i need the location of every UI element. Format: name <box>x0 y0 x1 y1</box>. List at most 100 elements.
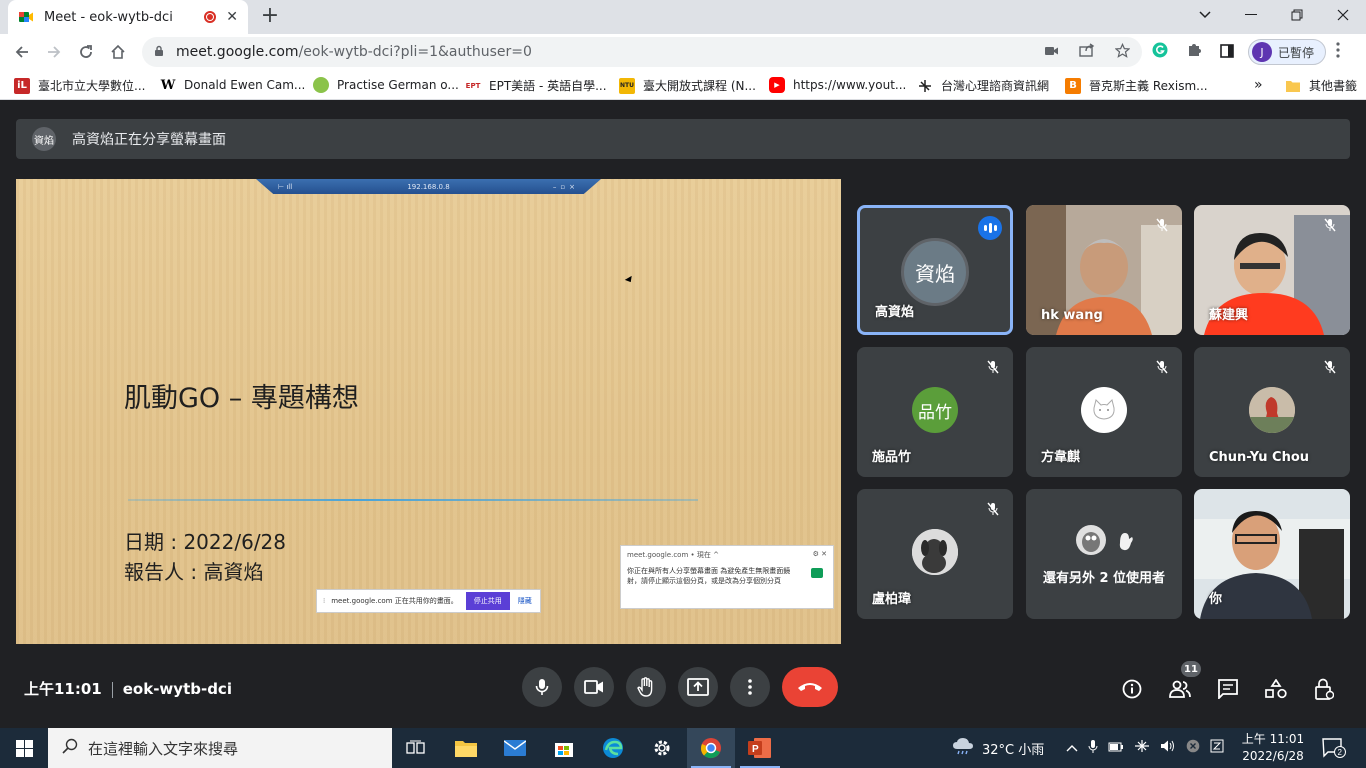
battery-icon[interactable] <box>1108 741 1124 756</box>
notification-center-icon[interactable]: 2 <box>1322 728 1346 768</box>
others-tile[interactable]: 還有另外 2 位使用者 <box>1026 489 1182 619</box>
present-screen-button[interactable] <box>678 667 718 707</box>
taskbar-clock[interactable]: 上午 11:01 2022/6/28 <box>1238 731 1308 765</box>
chevron-up-icon[interactable] <box>1066 741 1078 756</box>
microsoft-store-icon[interactable] <box>540 728 588 768</box>
reload-icon[interactable] <box>70 36 102 68</box>
close-window-button[interactable] <box>1320 0 1366 30</box>
ime-icon[interactable] <box>1210 739 1224 757</box>
minimize-button[interactable] <box>1228 0 1274 30</box>
forward-icon[interactable] <box>38 36 70 68</box>
tab-search-icon[interactable] <box>1182 0 1228 30</box>
bookmark-label: 晉克斯主義 Rexism... <box>1089 79 1208 93</box>
other-bookmarks[interactable]: 其他書籤 <box>1285 77 1357 94</box>
search-placeholder: 在這裡輸入文字來搜尋 <box>88 739 239 758</box>
bookmark-item[interactable]: EPT EPT美語 - 英語自學... <box>465 77 607 94</box>
pin-icon[interactable]: ⊢ ıll <box>278 183 292 191</box>
task-view-icon[interactable] <box>392 728 440 768</box>
browser-tab[interactable]: Meet - eok-wytb-dci ✕ <box>8 0 248 34</box>
address-bar[interactable]: meet.google.com/eok-wytb-dci?pli=1&authu… <box>142 37 1142 67</box>
grammarly-extension-icon[interactable] <box>1152 42 1168 62</box>
network-icon[interactable] <box>1134 739 1150 757</box>
cloud-rain-icon <box>952 737 974 759</box>
participant-tile[interactable]: 方韋麒 <box>1026 347 1182 477</box>
participant-tile[interactable]: hk wang <box>1026 205 1182 335</box>
file-explorer-icon[interactable] <box>442 728 490 768</box>
host-controls-icon[interactable] <box>1312 677 1336 701</box>
notification-close-icon[interactable]: ⚙ ✕ <box>813 550 827 560</box>
participant-name: 方韋麒 <box>1041 450 1081 465</box>
meeting-controls-bar: 上午11:01 eok-wytb-dci 11 <box>0 644 1366 728</box>
presenter-avatar: 資焰 <box>32 127 56 151</box>
status-x-icon[interactable] <box>1186 739 1200 757</box>
settings-gear-icon[interactable] <box>638 728 686 768</box>
windows-start-icon[interactable] <box>0 728 48 768</box>
raise-hand-button[interactable] <box>626 667 666 707</box>
chrome-taskbar-icon[interactable] <box>687 728 735 768</box>
remote-desktop-bar[interactable]: ⊢ ıll 192.168.0.8 –▫× <box>256 179 601 194</box>
volume-icon[interactable] <box>1160 739 1176 757</box>
bookmark-label: 臺大開放式課程 (N... <box>643 79 756 93</box>
bookmark-item[interactable]: iL 臺北市立大學數位... <box>14 77 145 94</box>
participant-tile[interactable]: 盧柏瑋 <box>857 489 1013 619</box>
new-tab-button[interactable]: + <box>258 5 282 29</box>
tray-microphone-icon[interactable] <box>1088 739 1098 758</box>
bookmark-star-icon[interactable] <box>1114 42 1131 62</box>
side-panel-icon[interactable] <box>1220 43 1234 62</box>
bookmarks-overflow-icon[interactable]: » <box>1254 77 1263 93</box>
slide-title: 肌動GO – 專題構想 <box>124 383 359 414</box>
bookmark-item[interactable]: Practise German o... <box>313 77 459 93</box>
weather-widget[interactable]: 32°C 小雨 <box>952 728 1044 768</box>
tab-close-icon[interactable]: ✕ <box>226 9 238 25</box>
back-icon[interactable] <box>6 36 38 68</box>
microphone-button[interactable] <box>522 667 562 707</box>
bookmark-item[interactable]: W Donald Ewen Cam... <box>160 77 306 93</box>
stop-sharing-button[interactable]: 停止共用 <box>465 592 510 610</box>
chrome-menu-icon[interactable] <box>1336 42 1340 62</box>
bookmarks-bar: iL 臺北市立大學數位... W Donald Ewen Cam... Prac… <box>0 70 1366 100</box>
slide-date: 日期 : 2022/6/28 <box>124 530 287 554</box>
camera-button[interactable] <box>574 667 614 707</box>
people-count-badge: 11 <box>1181 661 1201 677</box>
participant-tile[interactable]: 品竹 施品竹 <box>857 347 1013 477</box>
bookmark-favicon <box>917 78 933 94</box>
bookmark-item[interactable]: 台灣心理諮商資訊網 <box>917 77 1049 94</box>
leave-call-button[interactable] <box>782 667 838 707</box>
mail-icon[interactable] <box>491 728 539 768</box>
restore-button[interactable] <box>1274 0 1320 30</box>
edge-icon[interactable] <box>589 728 637 768</box>
activities-icon[interactable] <box>1264 677 1288 701</box>
profile-status: 已暫停 <box>1278 45 1315 60</box>
bookmark-item[interactable]: ▶ https://www.yout... <box>769 77 906 93</box>
profile-button[interactable]: J 已暫停 <box>1248 39 1326 65</box>
share-icon[interactable] <box>1079 43 1095 62</box>
hide-button[interactable]: 隱藏 <box>518 596 532 606</box>
camera-in-use-icon[interactable] <box>1045 43 1059 62</box>
meet-logo-icon <box>811 568 823 578</box>
bookmark-favicon: EPT <box>465 81 481 90</box>
chat-icon[interactable] <box>1216 677 1240 701</box>
rdp-window-controls[interactable]: –▫× <box>553 183 579 191</box>
powerpoint-icon[interactable]: P <box>736 728 784 768</box>
windows-taskbar: 在這裡輸入文字來搜尋 P 32°C 小雨 上午 11:01 2022/6/28 … <box>0 728 1366 768</box>
home-icon[interactable] <box>102 36 134 68</box>
participant-avatar-cat-icon <box>1081 387 1127 433</box>
weather-text: 32°C 小雨 <box>982 742 1045 758</box>
meeting-details-icon[interactable] <box>1120 677 1144 701</box>
self-tile[interactable]: 你 <box>1194 489 1350 619</box>
bookmark-item[interactable]: B 晉克斯主義 Rexism... <box>1065 77 1208 94</box>
meeting-time: 上午11:01 <box>24 680 102 698</box>
notification-count: 2 <box>1338 748 1343 757</box>
more-options-button[interactable] <box>730 667 770 707</box>
bookmark-item[interactable]: NTU 臺大開放式課程 (N... <box>619 77 756 94</box>
participant-name: 盧柏瑋 <box>872 592 912 607</box>
extensions-puzzle-icon[interactable] <box>1186 42 1202 62</box>
recording-indicator-icon <box>204 11 217 23</box>
people-icon[interactable] <box>1168 677 1192 701</box>
drag-handle-icon[interactable]: ⁞ <box>323 597 325 605</box>
participant-tile[interactable]: 蘇建興 <box>1194 205 1350 335</box>
taskbar-search-input[interactable]: 在這裡輸入文字來搜尋 <box>48 728 392 768</box>
participant-tile[interactable]: Chun-Yu Chou <box>1194 347 1350 477</box>
participant-tile[interactable]: 資焰 高資焰 <box>857 205 1013 335</box>
participant-avatar-dog-icon <box>912 529 958 575</box>
